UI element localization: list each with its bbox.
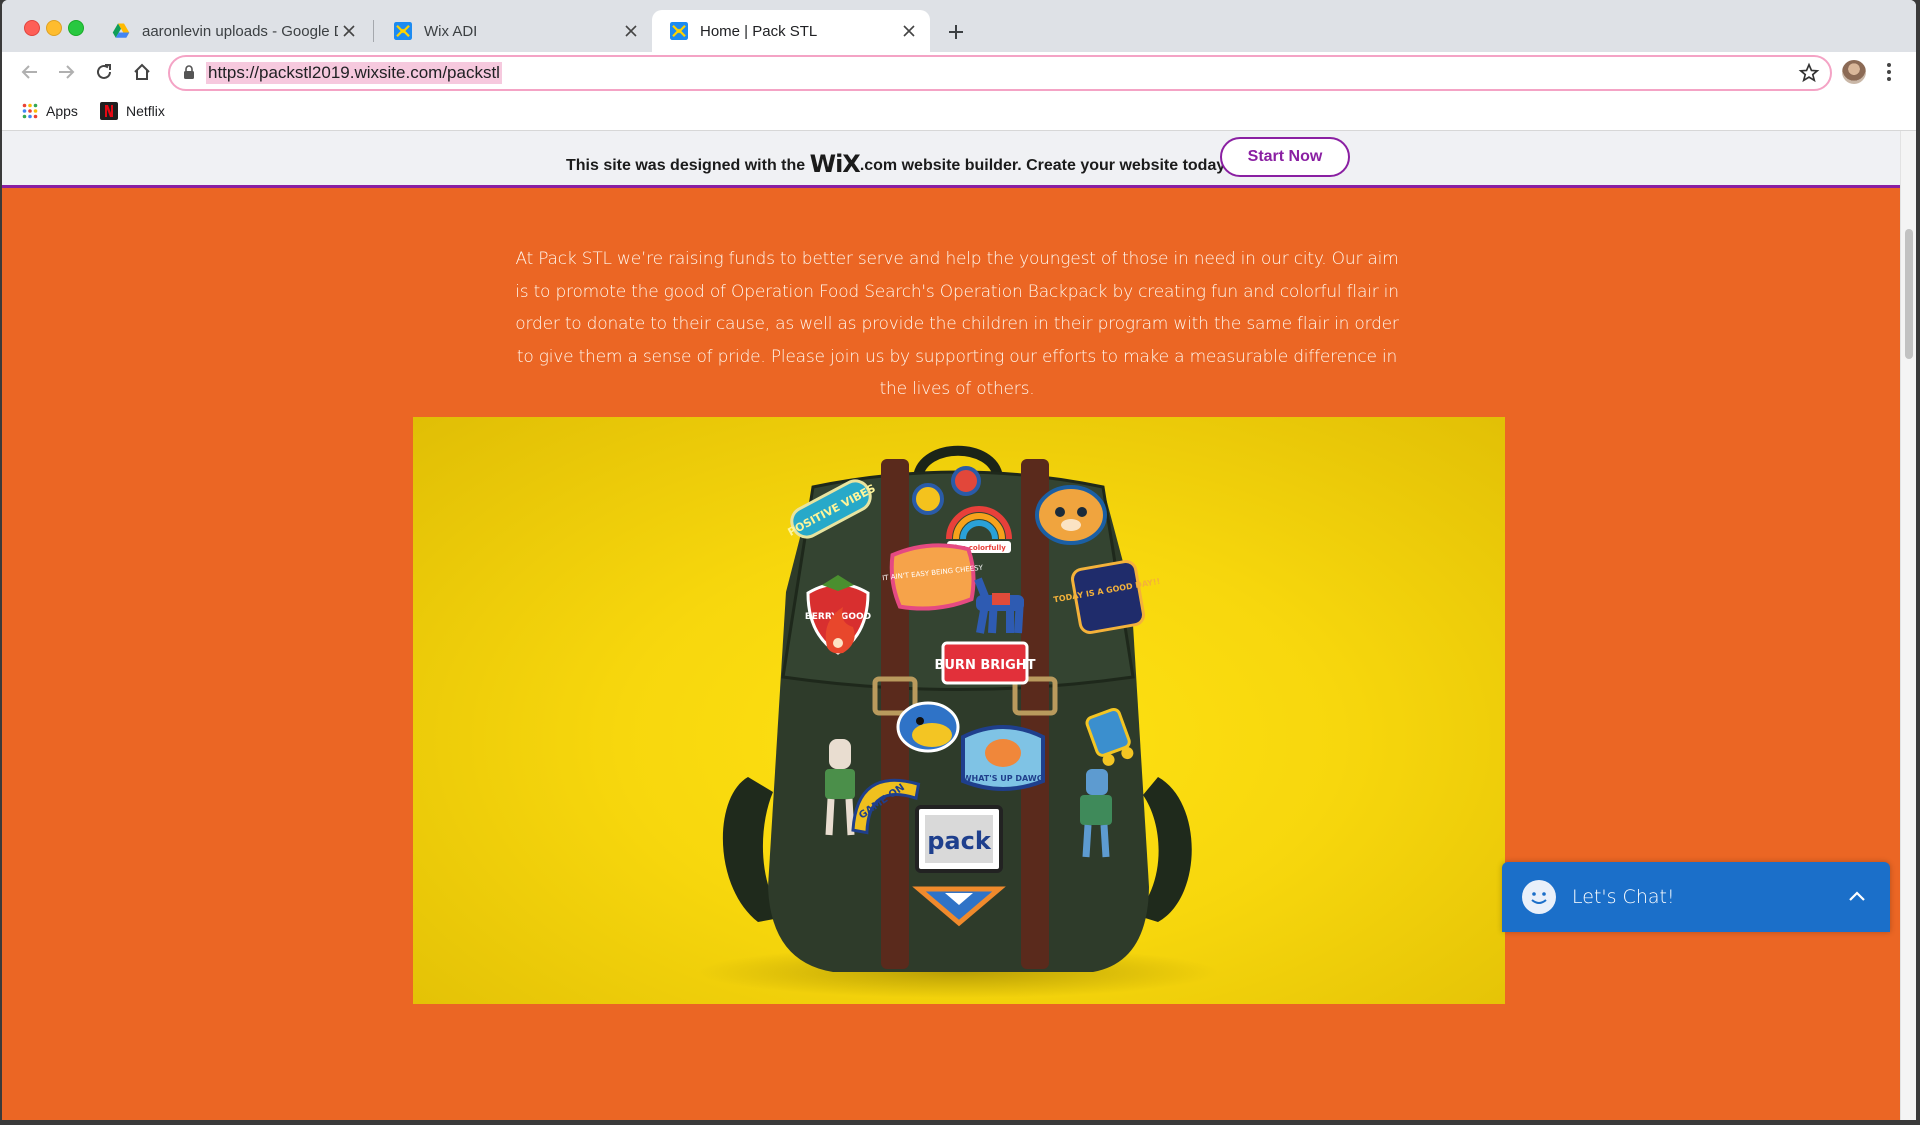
maximize-window-button[interactable] [68, 20, 84, 36]
reload-button[interactable] [92, 60, 116, 84]
wix-promo-banner: This site was designed with the WiX.com … [2, 131, 1900, 188]
forward-arrow-icon [59, 65, 75, 79]
site-section: At Pack STL we’re raising funds to bette… [2, 188, 1900, 1120]
more-menu-icon[interactable] [1882, 60, 1896, 84]
tab-strip: aaronlevin uploads - Google Drive Wix AD… [2, 0, 1916, 52]
tab-separator [373, 20, 374, 42]
bookmark-apps[interactable]: Apps [22, 100, 78, 122]
hero-backpack-image: POSITIVE VIBES live colorfully IT AIN'T … [413, 417, 1505, 1004]
tab-home-pack-stl[interactable]: Home | Pack STL [652, 10, 930, 52]
new-tab-button[interactable] [942, 18, 970, 46]
wix-icon [670, 22, 688, 40]
wix-logo[interactable]: WiX [810, 150, 861, 178]
bookmark-netflix[interactable]: Netflix [100, 100, 165, 122]
close-window-button[interactable] [24, 20, 40, 36]
plus-icon [949, 25, 963, 39]
close-tab-icon[interactable] [338, 20, 360, 42]
wix-promo-text: This site was designed with the WiX.com … [566, 148, 1229, 178]
address-bar[interactable]: https://packstl2019.wixsite.com/packstl [168, 55, 1832, 91]
back-button[interactable] [18, 60, 42, 84]
patch-burn-bright: BURN BRIGHT [934, 641, 1036, 685]
tab-title: aaronlevin uploads - Google Drive [142, 22, 338, 40]
tab-google-drive[interactable]: aaronlevin uploads - Google Drive [94, 10, 370, 52]
tab-wix-adi[interactable]: Wix ADI [376, 10, 652, 52]
wix-promo-text-before: This site was designed with the [566, 157, 806, 174]
chat-widget[interactable]: Let's Chat! [1502, 862, 1890, 932]
bookmark-label: Apps [46, 103, 78, 119]
browser-window: aaronlevin uploads - Google Drive Wix AD… [2, 0, 1916, 1120]
url-text[interactable]: https://packstl2019.wixsite.com/packstl [206, 62, 502, 84]
google-drive-icon [112, 23, 130, 38]
patch-bird [896, 701, 960, 753]
back-arrow-icon [21, 65, 37, 79]
home-icon [134, 63, 150, 80]
patch-dog-face [1035, 485, 1107, 545]
reload-icon [97, 64, 111, 79]
tab-title: Home | Pack STL [700, 22, 818, 40]
backpack-illustration: POSITIVE VIBES live colorfully IT AIN'T … [698, 445, 1218, 998]
close-tab-icon[interactable] [898, 20, 920, 42]
forward-button[interactable] [54, 60, 78, 84]
chat-smiley-icon [1522, 880, 1556, 914]
home-button[interactable] [130, 60, 154, 84]
bookmark-label: Netflix [126, 103, 165, 119]
close-tab-icon[interactable] [620, 20, 642, 42]
minimize-window-button[interactable] [46, 20, 62, 36]
page-scrollbar[interactable] [1900, 131, 1916, 1120]
tab-title: Wix ADI [424, 22, 478, 40]
patch-whats-dawg: WHAT'S UP DAWG [961, 725, 1045, 791]
svg-text:pack: pack [927, 827, 992, 855]
lock-icon [184, 65, 194, 79]
profile-avatar[interactable] [1842, 60, 1866, 84]
wix-icon [394, 22, 412, 40]
chat-label: Let's Chat! [1572, 886, 1675, 908]
browser-toolbar: https://packstl2019.wixsite.com/packstl [2, 52, 1916, 92]
scrollbar-thumb[interactable] [1905, 229, 1913, 359]
patch-pack: pack [915, 805, 1003, 873]
svg-text:WHAT'S UP DAWG: WHAT'S UP DAWG [963, 774, 1044, 783]
bookmarks-bar: Apps Netflix [2, 92, 1916, 131]
apps-grid-icon [22, 103, 38, 119]
svg-text:BURN BRIGHT: BURN BRIGHT [934, 658, 1035, 673]
netflix-icon [100, 102, 118, 120]
chevron-up-icon[interactable] [1846, 886, 1868, 908]
wix-promo-text-after: .com website builder. Create your websit… [859, 157, 1229, 174]
intro-paragraph: At Pack STL we’re raising funds to bette… [515, 249, 1399, 399]
bookmark-star-icon[interactable] [1798, 62, 1820, 84]
start-now-button[interactable]: Start Now [1220, 137, 1350, 177]
